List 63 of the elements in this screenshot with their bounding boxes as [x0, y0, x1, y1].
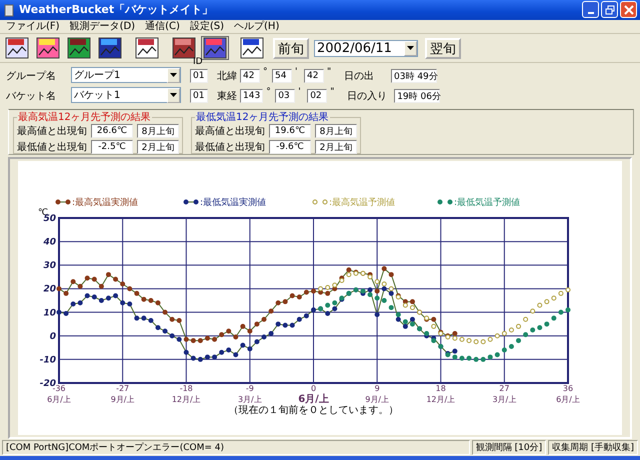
x-tick-label: -27: [116, 384, 130, 394]
group-title: 最高気温12ヶ月先予測の結果: [17, 110, 152, 124]
period-field: 2月上旬: [137, 140, 179, 154]
unit-label: ': [298, 87, 302, 98]
x-tick-label: -9: [246, 384, 254, 394]
unit-label: °: [266, 87, 272, 98]
result-label: 最高値と出現旬: [17, 124, 87, 138]
period-label: 3月/上: [238, 395, 262, 404]
field-label: バケット名: [6, 90, 57, 104]
y-tick-label: 10: [43, 308, 56, 319]
value-field: 26.6℃: [91, 124, 133, 138]
x-tick-label: 36: [562, 384, 574, 394]
period-label: 9月/上: [110, 395, 135, 404]
time-field: 19時 06分: [394, 89, 440, 104]
period-label: 12月/上: [172, 395, 201, 404]
group-title: 最低気温12ヶ月先予測の結果: [195, 110, 330, 124]
chart-caption: （現在の１旬前を０としています。）: [228, 405, 398, 416]
legend-label: :最低気温予測値: [454, 198, 520, 208]
collection-status: 収集周期 [手動収集]: [548, 440, 638, 456]
period-field: 8月上旬: [137, 124, 179, 138]
value-field: 19.6℃: [269, 124, 311, 138]
unit-label: ": [327, 67, 332, 78]
legend-label: :最高気温実測値: [72, 198, 138, 208]
sun-time-label: 日の入り: [347, 90, 388, 104]
period-label: 6月/上: [47, 395, 71, 404]
period-label: 9月/上: [365, 395, 390, 404]
unit-label: °: [263, 67, 268, 78]
y-tick-label: 50: [43, 214, 56, 224]
value-field: -9.6℃: [269, 140, 311, 154]
period-field: 2月上旬: [315, 140, 357, 154]
result-label: 最低値と出現旬: [17, 140, 87, 154]
unit-label: ': [295, 67, 298, 78]
period-label: 6月/上: [556, 395, 580, 404]
sun-time-label: 日の出: [344, 70, 375, 84]
coordinate-label: 東経: [217, 90, 237, 104]
period-label: 3月/上: [492, 395, 516, 404]
status-message: [COM PortNG]COMポートオープンエラー(COM= 4): [2, 440, 470, 456]
interval-status: 観測間隔 [10分]: [472, 440, 546, 456]
y-tick-label: 30: [43, 261, 56, 272]
window-title: WeatherBucket「バケットメイト」: [19, 2, 214, 18]
value-field: -2.5℃: [91, 140, 133, 154]
y-tick-label: 20: [43, 284, 56, 295]
x-tick-label: 18: [436, 384, 446, 394]
period-field: 8月上旬: [315, 124, 357, 138]
legend-label: :最高気温予測値: [329, 198, 396, 208]
id-label: ID: [193, 57, 203, 68]
y-tick-label: -10: [40, 356, 56, 366]
x-tick-label: 0: [310, 384, 316, 394]
unit-label: ": [330, 87, 336, 98]
y-tick-label: 0: [50, 332, 56, 342]
x-tick-label: 9: [374, 384, 380, 394]
field-label: グループ名: [6, 70, 57, 84]
coordinate-label: 北緯: [217, 70, 237, 84]
y-tick-label: 40: [43, 238, 56, 248]
x-tick-label: -18: [180, 384, 193, 394]
period-label: 12月/上: [426, 395, 456, 404]
result-label: 最高値と出現旬: [195, 124, 265, 138]
legend-label: :最低気温実測値: [200, 198, 266, 208]
time-field: 03時 49分: [391, 69, 437, 84]
result-label: 最低値と出現旬: [195, 140, 265, 154]
period-label: 6月/上: [298, 394, 329, 406]
x-tick-label: -36: [52, 384, 66, 394]
x-tick-label: 27: [499, 384, 510, 394]
